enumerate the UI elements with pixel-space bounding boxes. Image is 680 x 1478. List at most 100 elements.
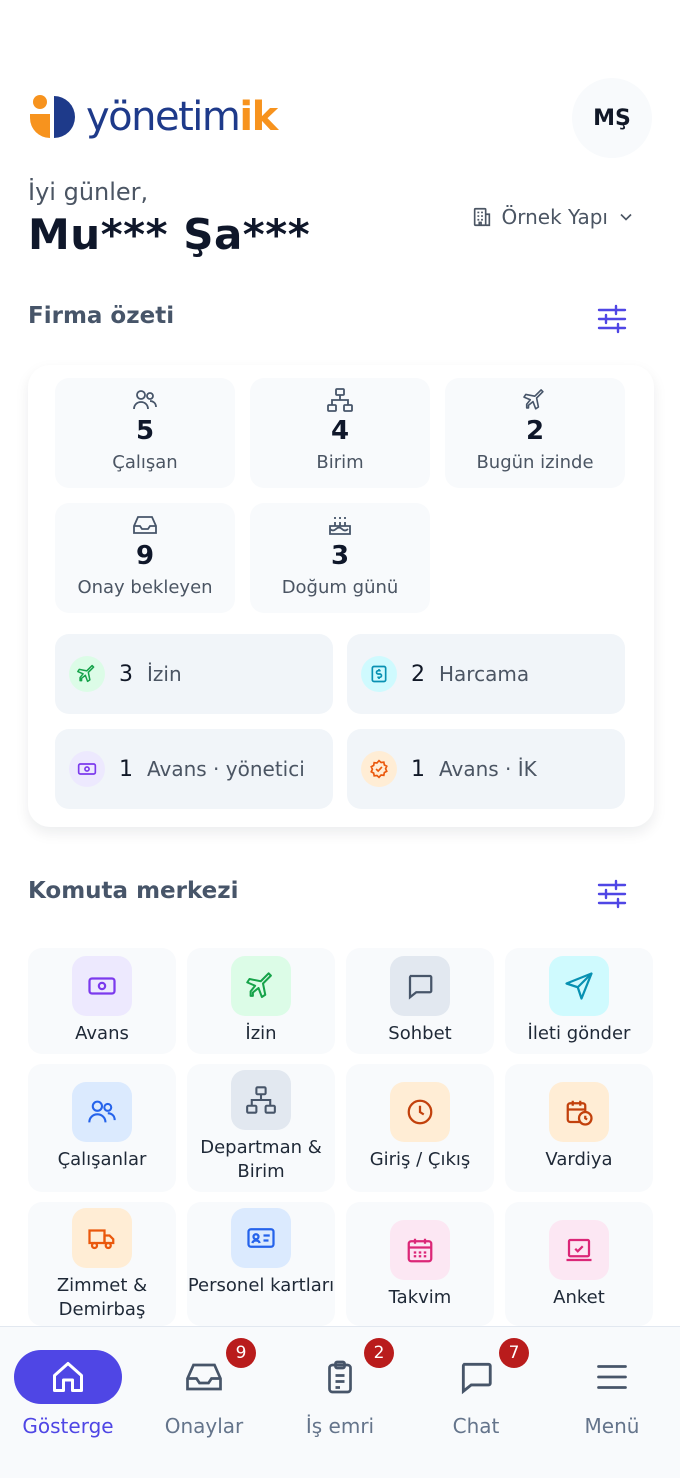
org-chart-icon <box>327 388 353 412</box>
cmd-label: Takvim <box>388 1287 452 1308</box>
pending-advance-hr[interactable]: 1 Avans · İK <box>347 729 625 809</box>
cmd-label: İleti gönder <box>527 1023 631 1044</box>
stat-label: Çalışan <box>112 452 178 473</box>
nav-label: Onaylar <box>164 1414 244 1438</box>
sliders-icon <box>597 304 627 334</box>
stat-value: 2 <box>525 416 545 446</box>
survey-icon <box>549 1220 609 1280</box>
users-icon <box>132 388 158 412</box>
stat-birthdays[interactable]: 3 Doğum günü <box>250 503 430 613</box>
stat-employees[interactable]: 5 Çalışan <box>55 378 235 488</box>
bottom-nav: Gösterge 9 Onaylar 2 İş emri 7 Chat Menü <box>0 1326 680 1478</box>
cash-icon <box>72 956 132 1016</box>
cake-icon <box>327 513 353 537</box>
cmd-label: Zimmet & Demirbaş <box>56 1275 148 1320</box>
user-avatar[interactable]: MŞ <box>572 78 652 158</box>
home-icon <box>14 1350 122 1404</box>
id-card-icon <box>231 1208 291 1268</box>
cmd-label: Anket <box>553 1287 605 1308</box>
cmd-avans[interactable]: Avans <box>28 948 176 1054</box>
cmd-label: Giriş / Çıkış <box>369 1149 471 1170</box>
cmd-label: İzin <box>245 1023 277 1044</box>
cmd-personel-kartlari[interactable]: Personel kartları <box>187 1202 335 1326</box>
pending-count: 1 <box>411 756 425 782</box>
user-name: Mu*** Şa*** <box>28 210 311 259</box>
send-icon <box>549 956 609 1016</box>
stat-label: Onay bekleyen <box>77 577 213 598</box>
stat-pending-approvals[interactable]: 9 Onay bekleyen <box>55 503 235 613</box>
brand-mark-icon <box>30 95 75 138</box>
chat-icon: 7 <box>457 1338 529 1404</box>
nav-menu[interactable]: Menü <box>557 1350 667 1438</box>
cmd-zimmet-demirbas[interactable]: Zimmet & Demirbaş <box>28 1202 176 1326</box>
pending-leave[interactable]: 3 İzin <box>55 634 333 714</box>
stat-value: 4 <box>330 416 350 446</box>
plane-icon <box>69 656 105 692</box>
chevron-down-icon <box>620 213 632 221</box>
cash-icon <box>69 751 105 787</box>
pending-expense[interactable]: 2 Harcama <box>347 634 625 714</box>
clipboard-icon: 2 <box>322 1338 394 1404</box>
org-label: Örnek Yapı <box>501 205 608 229</box>
cmd-giris-cikis[interactable]: Giriş / Çıkış <box>346 1064 494 1192</box>
receipt-icon <box>361 656 397 692</box>
cmd-izin[interactable]: İzin <box>187 948 335 1054</box>
pending-count: 1 <box>119 756 133 782</box>
stat-label: Birim <box>316 452 364 473</box>
plane-icon <box>522 388 548 412</box>
summary-title: Firma özeti <box>28 303 175 329</box>
cmd-calisanlar[interactable]: Çalışanlar <box>28 1064 176 1192</box>
pending-label: İzin <box>147 662 182 686</box>
pending-advance-manager[interactable]: 1 Avans · yönetici <box>55 729 333 809</box>
stat-value: 5 <box>135 416 155 446</box>
pending-label: Harcama <box>439 662 530 686</box>
cmd-label: Avans <box>75 1023 129 1044</box>
cmd-label: Personel kartları <box>187 1275 335 1296</box>
cmd-label: Sohbet <box>388 1023 452 1044</box>
cmd-vardiya[interactable]: Vardiya <box>505 1064 653 1192</box>
nav-label: Chat <box>452 1414 500 1438</box>
command-title: Komuta merkezi <box>28 878 239 904</box>
sliders-icon <box>597 879 627 909</box>
nav-work-orders[interactable]: 2 İş emri <box>285 1338 395 1438</box>
nav-approvals[interactable]: 9 Onaylar <box>149 1338 259 1438</box>
users-icon <box>72 1082 132 1142</box>
command-filter-button[interactable] <box>590 872 634 916</box>
cmd-sohbet[interactable]: Sohbet <box>346 948 494 1054</box>
cmd-takvim[interactable]: Takvim <box>346 1202 494 1326</box>
plane-icon <box>231 956 291 1016</box>
stat-value: 3 <box>330 541 350 571</box>
stat-label: Doğum günü <box>281 577 399 598</box>
menu-icon <box>594 1350 630 1404</box>
chat-badge: 7 <box>499 1338 529 1368</box>
nav-label: Gösterge <box>22 1414 114 1438</box>
cmd-label: Departman & Birim <box>200 1137 322 1182</box>
cmd-ileti-gonder[interactable]: İleti gönder <box>505 948 653 1054</box>
cmd-departman-birim[interactable]: Departman & Birim <box>187 1064 335 1192</box>
summary-filter-button[interactable] <box>590 297 634 341</box>
badge-check-icon <box>361 751 397 787</box>
calendar-icon <box>390 1220 450 1280</box>
summary-card: 5 Çalışan 4 Birim 2 Bugün izinde 9 Onay … <box>28 365 654 827</box>
pending-label: Avans · yönetici <box>147 757 305 781</box>
stat-units[interactable]: 4 Birim <box>250 378 430 488</box>
calendar-clock-icon <box>549 1082 609 1142</box>
truck-icon <box>72 1208 132 1268</box>
stat-label: Bugün izinde <box>476 452 594 473</box>
chat-icon <box>390 956 450 1016</box>
nav-chat[interactable]: 7 Chat <box>421 1338 531 1438</box>
stat-value: 9 <box>135 541 155 571</box>
nav-label: Menü <box>584 1414 640 1438</box>
inbox-icon: 9 <box>184 1338 256 1404</box>
stat-on-leave[interactable]: 2 Bugün izinde <box>445 378 625 488</box>
inbox-icon <box>132 513 158 537</box>
approvals-badge: 9 <box>226 1338 256 1368</box>
cmd-anket[interactable]: Anket <box>505 1202 653 1326</box>
org-chart-icon <box>231 1070 291 1130</box>
building-icon <box>474 207 491 227</box>
clock-icon <box>390 1082 450 1142</box>
org-selector[interactable]: Örnek Yapı <box>471 205 636 229</box>
nav-label: İş emri <box>305 1414 375 1438</box>
pending-label: Avans · İK <box>439 757 537 781</box>
nav-dashboard[interactable]: Gösterge <box>13 1350 123 1438</box>
